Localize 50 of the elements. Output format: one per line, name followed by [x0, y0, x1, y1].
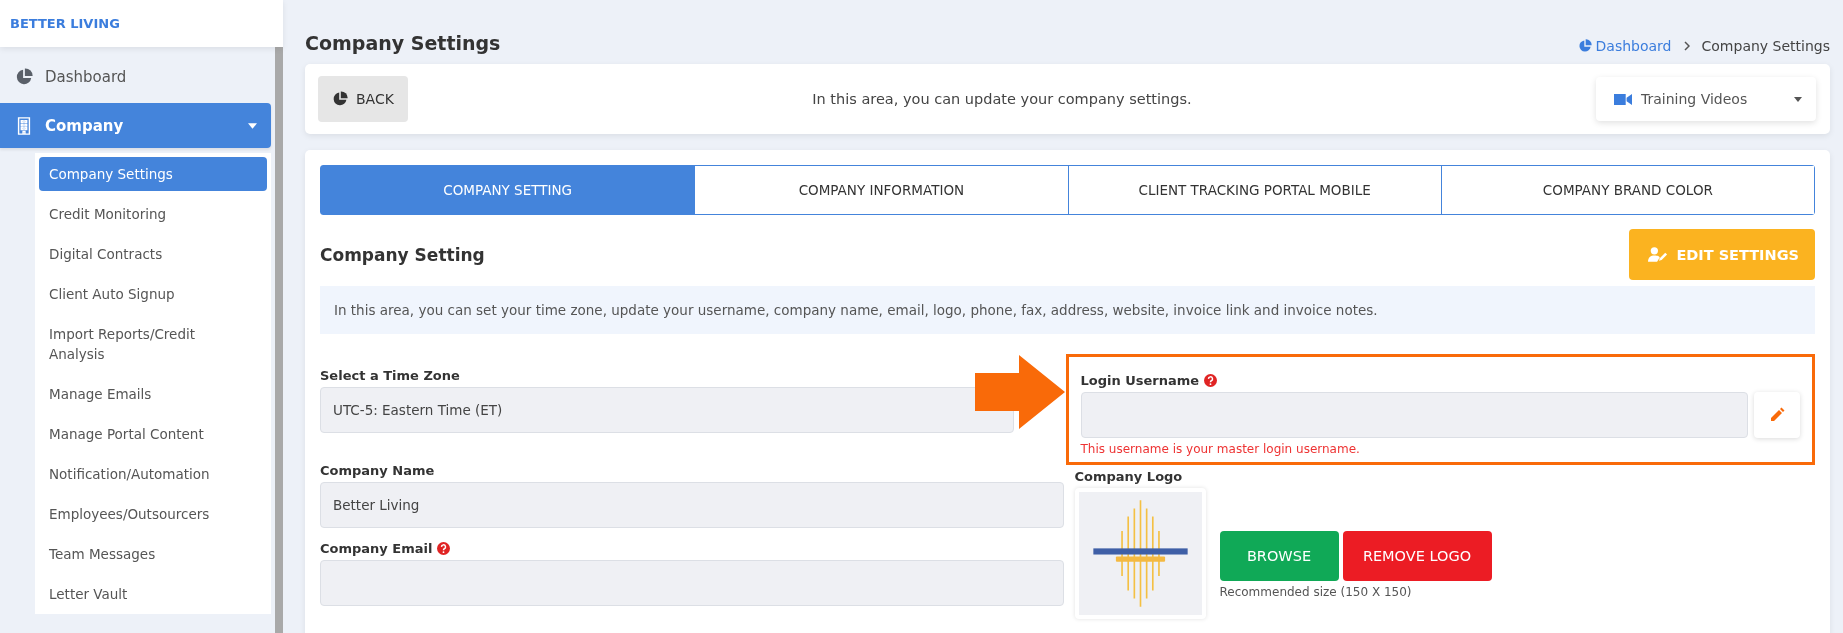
company-email-field[interactable]: [320, 560, 1064, 606]
breadcrumb-link[interactable]: Dashboard: [1577, 38, 1672, 54]
submenu-item[interactable]: Client Auto Signup: [39, 274, 267, 314]
pencil-icon: [1769, 407, 1785, 423]
submenu-item[interactable]: Manage Emails: [39, 374, 267, 414]
section-heading: Company Setting: [320, 244, 485, 265]
submenu-item[interactable]: Manage Portal Content: [39, 414, 267, 454]
field-label: Select a Time Zone: [320, 368, 461, 383]
edit-button[interactable]: [1754, 392, 1800, 438]
login-username-field[interactable]: [1080, 392, 1748, 438]
field-label: Company Logo: [1074, 469, 1184, 484]
scrollbar[interactable]: [275, 47, 283, 633]
pie-chart-icon: [332, 91, 348, 107]
breadcrumb-current: Company Settings: [1701, 38, 1830, 54]
submenu-item[interactable]: Company Settings: [39, 157, 267, 191]
user-edit-icon: [1648, 247, 1669, 262]
arrow-icon: [974, 355, 1065, 429]
sidebar-item[interactable]: Dashboard: [0, 57, 271, 97]
help-icon[interactable]: [437, 542, 451, 555]
building-icon: [15, 116, 33, 135]
submenu-item[interactable]: Credit Monitoring: [39, 194, 267, 234]
tab[interactable]: COMPANY BRAND COLOR: [1440, 166, 1814, 214]
pie-chart-icon: [15, 68, 33, 86]
training-videos-dropdown[interactable]: Training Videos: [1596, 77, 1816, 121]
submenu-item[interactable]: Import Reports/Credit Analysis: [39, 314, 267, 374]
time-zone-select[interactable]: UTC-5: Eastern Time (ET): [320, 387, 1014, 433]
field-label: Company Name: [320, 463, 436, 478]
video-camera-icon: [1614, 92, 1632, 106]
help-icon[interactable]: [1204, 374, 1218, 387]
submenu-item[interactable]: Letter Vault: [39, 574, 267, 614]
field-hint: This username is your master login username.: [1080, 442, 1361, 456]
size-hint: Recommended size (150 X 150): [1219, 584, 1413, 599]
submenu-item[interactable]: Employees/Outsourcers: [39, 494, 267, 534]
pie-chart-icon: [1577, 39, 1592, 53]
company-name-field[interactable]: Better Living: [320, 482, 1064, 528]
submenu-item[interactable]: Notification/Automation: [39, 454, 267, 494]
notice-text: In this area, you can update your company settings.: [811, 91, 1193, 107]
remove-logo-button[interactable]: REMOVE LOGO: [1342, 530, 1492, 581]
back-button[interactable]: BACK: [318, 76, 408, 122]
sidebar-item[interactable]: Company: [0, 103, 271, 148]
brand-name[interactable]: BETTER LIVING: [10, 16, 120, 31]
tab[interactable]: COMPANY SETTING: [321, 166, 695, 214]
chevron-icon: [1683, 41, 1690, 51]
caret-icon: [1794, 96, 1802, 102]
page-title: Company Settings: [305, 32, 501, 54]
submenu-item[interactable]: Team Messages: [39, 534, 267, 574]
submenu-item[interactable]: Digital Contracts: [39, 234, 267, 274]
info-banner: In this area, you can set your time zone, update your username, company name, email, logo, phone, fax, address, website, invoice link and invoice notes.: [320, 286, 1815, 334]
field-label: Login Username: [1080, 373, 1200, 388]
field-label: Company Email: [320, 541, 433, 556]
